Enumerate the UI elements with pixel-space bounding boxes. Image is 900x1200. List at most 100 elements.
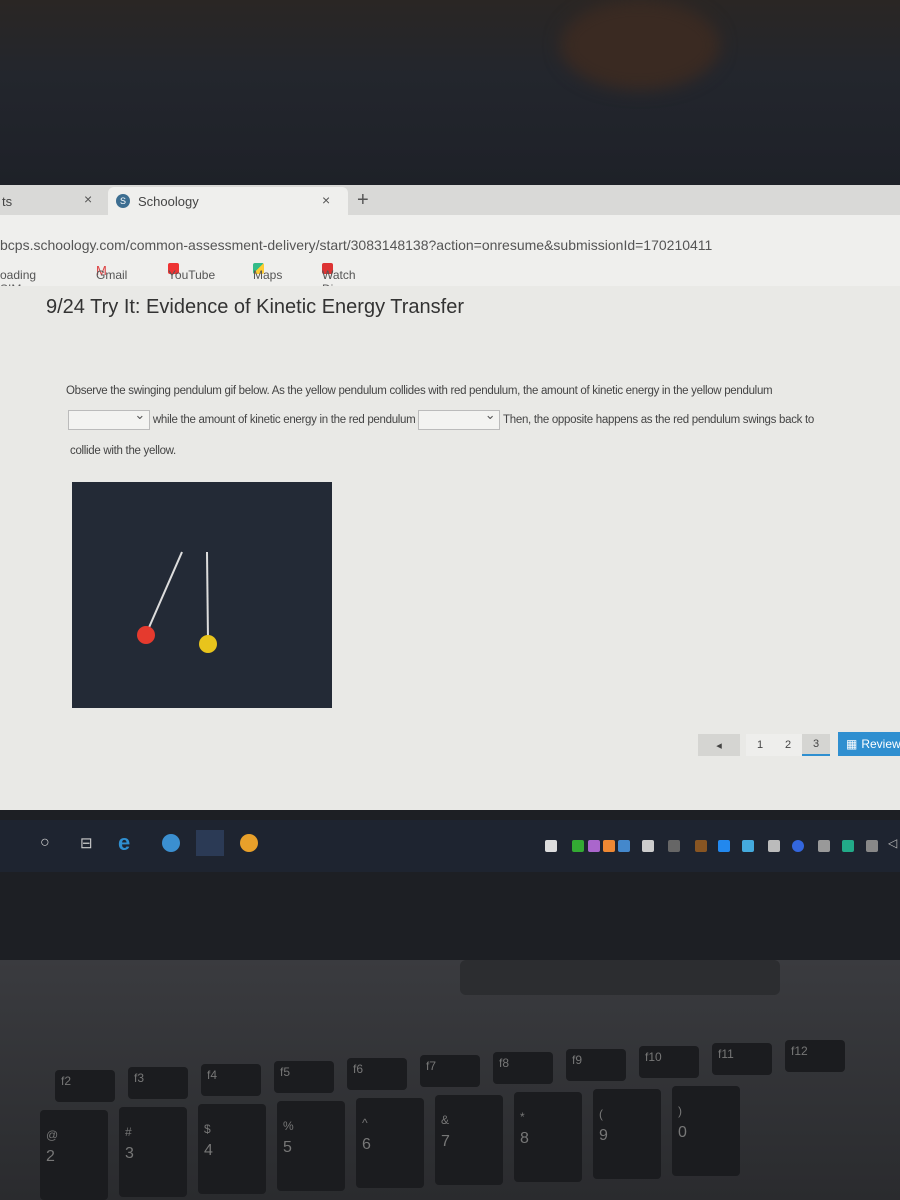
- bookmark-label: Maps: [253, 268, 283, 282]
- shield-icon[interactable]: [642, 840, 654, 852]
- key-f7[interactable]: f7: [420, 1055, 480, 1087]
- key-6[interactable]: ^ 6: [356, 1098, 424, 1188]
- review-label: Review: [861, 737, 900, 751]
- tray-icon[interactable]: [668, 840, 680, 852]
- tab-schoology[interactable]: S Schoology: [108, 187, 348, 215]
- tray-icon[interactable]: [866, 840, 878, 852]
- key-number: 4: [204, 1142, 213, 1159]
- chrome-icon[interactable]: [240, 834, 258, 852]
- photo-bezel: [0, 0, 900, 185]
- tray-icon[interactable]: [842, 840, 854, 852]
- app-icon[interactable]: [162, 834, 180, 852]
- close-tab-icon[interactable]: ×: [84, 191, 92, 207]
- bookmark-youtube[interactable]: YouTube: [168, 263, 215, 282]
- key-number: 7: [441, 1133, 450, 1150]
- key-7[interactable]: & 7: [435, 1095, 503, 1185]
- key-f3[interactable]: f3: [128, 1067, 188, 1099]
- key-symbol: #: [125, 1125, 132, 1139]
- tray-icon[interactable]: [742, 840, 754, 852]
- review-button[interactable]: ▦ Review: [838, 732, 900, 756]
- key-number: 2: [46, 1148, 55, 1165]
- key-f5[interactable]: f5: [274, 1061, 334, 1093]
- key-3[interactable]: #3: [119, 1107, 187, 1197]
- red-ke-dropdown[interactable]: [418, 407, 501, 430]
- new-tab-button[interactable]: +: [357, 189, 369, 212]
- question-pager: ◂ 1 2 3: [698, 734, 830, 756]
- key-5[interactable]: % 5: [277, 1101, 345, 1191]
- page-1-button[interactable]: 1: [746, 734, 774, 756]
- key-symbol: ^: [362, 1116, 368, 1130]
- key-9[interactable]: (9: [593, 1089, 661, 1179]
- bookmark-disney[interactable]: Watch Disney Chan...: [322, 263, 361, 310]
- key-4[interactable]: $4: [198, 1104, 266, 1194]
- bookmark-label: Gmail: [96, 268, 128, 282]
- key-number: 5: [283, 1139, 292, 1156]
- tray-app-icon[interactable]: [618, 840, 630, 852]
- key-symbol: $: [204, 1122, 211, 1136]
- search-icon[interactable]: ○: [40, 834, 50, 852]
- tray-icon[interactable]: [768, 840, 780, 852]
- background-object: [560, 0, 720, 90]
- key-symbol: ): [678, 1104, 682, 1118]
- touchpad-edge: [460, 960, 780, 995]
- chrome-icon-active[interactable]: [196, 830, 224, 856]
- edge-icon[interactable]: e: [118, 830, 130, 856]
- prev-page-button[interactable]: ◂: [698, 734, 740, 756]
- yellow-pendulum-ball: [199, 635, 217, 653]
- bookmark-gmail[interactable]: M Gmail: [96, 263, 127, 282]
- key-f6[interactable]: f6: [347, 1058, 407, 1090]
- close-tab-icon[interactable]: ×: [322, 192, 330, 208]
- taskbar: ○ ⊟ e ◁: [0, 820, 900, 872]
- key-f2[interactable]: f2: [55, 1070, 115, 1102]
- assessment-page: 9/24 Try It: Evidence of Kinetic Energy …: [0, 286, 900, 810]
- question-text-2: while the amount of kinetic energy in th…: [152, 414, 416, 427]
- page-2-button[interactable]: 2: [774, 734, 802, 756]
- key-2[interactable]: @2: [40, 1110, 108, 1200]
- key-number: 6: [362, 1136, 371, 1153]
- key-f10[interactable]: f10: [639, 1046, 699, 1078]
- tray-app-icon[interactable]: [572, 840, 584, 852]
- key-symbol: @: [46, 1128, 59, 1142]
- key-number: 8: [520, 1130, 529, 1147]
- key-symbol: &: [441, 1113, 450, 1127]
- key-0[interactable]: ) 0: [672, 1086, 740, 1176]
- question-text-1: Observe the swinging pendulum gif below.…: [66, 385, 773, 397]
- red-pendulum-ball: [137, 626, 155, 644]
- key-f4[interactable]: f4: [201, 1064, 261, 1096]
- schoology-icon: S: [116, 194, 130, 208]
- tab-bar: ts × S Schoology × +: [0, 185, 900, 215]
- bookmarks-bar: oading SIMs... MGmail YouTube Maps Watch…: [0, 258, 900, 310]
- key-symbol: %: [283, 1119, 294, 1133]
- page-3-button[interactable]: 3: [802, 734, 830, 756]
- pendulum-animation: [137, 551, 217, 653]
- tray-icon[interactable]: [695, 840, 707, 852]
- key-f9[interactable]: f9: [566, 1049, 626, 1081]
- tray-app-icon[interactable]: [588, 840, 600, 852]
- tray-app-icon[interactable]: [603, 840, 615, 852]
- volume-icon[interactable]: ◁: [888, 836, 897, 850]
- key-f12[interactable]: f12: [785, 1040, 845, 1072]
- tray-app-icon[interactable]: [545, 840, 557, 852]
- key-8[interactable]: * 8: [514, 1092, 582, 1182]
- question-text-4: collide with the yellow.: [70, 445, 176, 457]
- task-view-icon[interactable]: ⊟: [80, 834, 93, 852]
- bluetooth-icon[interactable]: [718, 840, 730, 852]
- tray-icon[interactable]: [792, 840, 804, 852]
- key-f8[interactable]: f8: [493, 1052, 553, 1084]
- key-number: 0: [678, 1124, 687, 1141]
- network-icon[interactable]: [818, 840, 830, 852]
- key-f11[interactable]: f11: [712, 1043, 772, 1075]
- question-text-3: Then, the opposite happens as the red pe…: [503, 414, 814, 427]
- address-bar[interactable]: bcps.schoology.com/common-assessment-del…: [0, 215, 900, 260]
- tab-label: Schoology: [138, 193, 199, 209]
- key-number: 3: [125, 1145, 134, 1162]
- key-symbol: *: [520, 1110, 525, 1124]
- question-line-2: while the amount of kinetic energy in th…: [68, 407, 814, 430]
- key-symbol: (: [599, 1107, 603, 1121]
- bookmark-label: YouTube: [168, 268, 216, 282]
- yellow-pendulum-string: [206, 551, 209, 641]
- bookmark-maps[interactable]: Maps: [253, 263, 282, 282]
- yellow-ke-dropdown[interactable]: [68, 407, 150, 430]
- url-text: bcps.schoology.com/common-assessment-del…: [0, 237, 713, 253]
- red-pendulum-string: [146, 551, 183, 633]
